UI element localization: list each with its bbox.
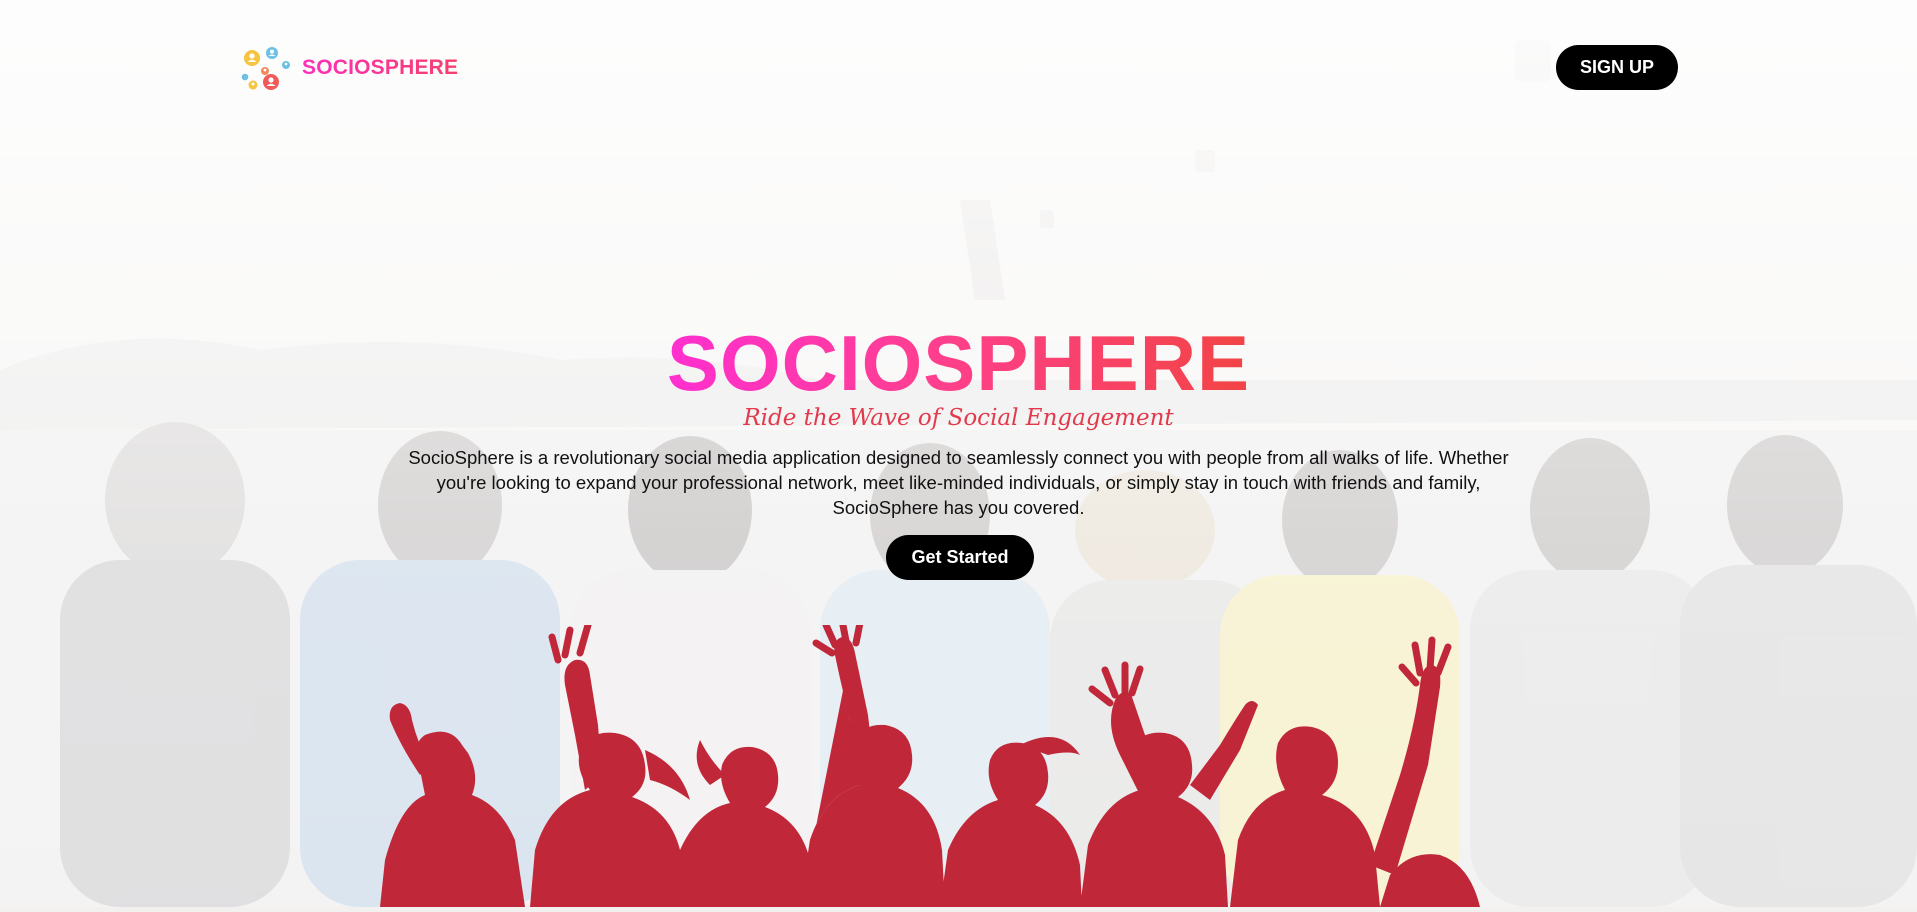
hero-tagline: Ride the Wave of Social Engagement <box>743 405 1174 431</box>
brand-name: SOCIOSPHERE <box>302 56 459 79</box>
hero-description: SocioSphere is a revolutionary social me… <box>408 447 1509 518</box>
sign-up-button[interactable]: SIGN UP <box>1556 45 1678 90</box>
brand-logo[interactable]: SOCIOSPHERE <box>240 44 458 92</box>
get-started-button[interactable]: Get Started <box>886 535 1034 580</box>
hero-title-container: SOCIOSPHERE <box>0 318 1917 408</box>
hero-title: SOCIOSPHERE <box>666 319 1251 407</box>
crowd-silhouette-illustration <box>380 616 1530 907</box>
people-network-icon <box>240 44 292 92</box>
site-header: SOCIOSPHERE SIGN UP <box>0 0 1917 135</box>
